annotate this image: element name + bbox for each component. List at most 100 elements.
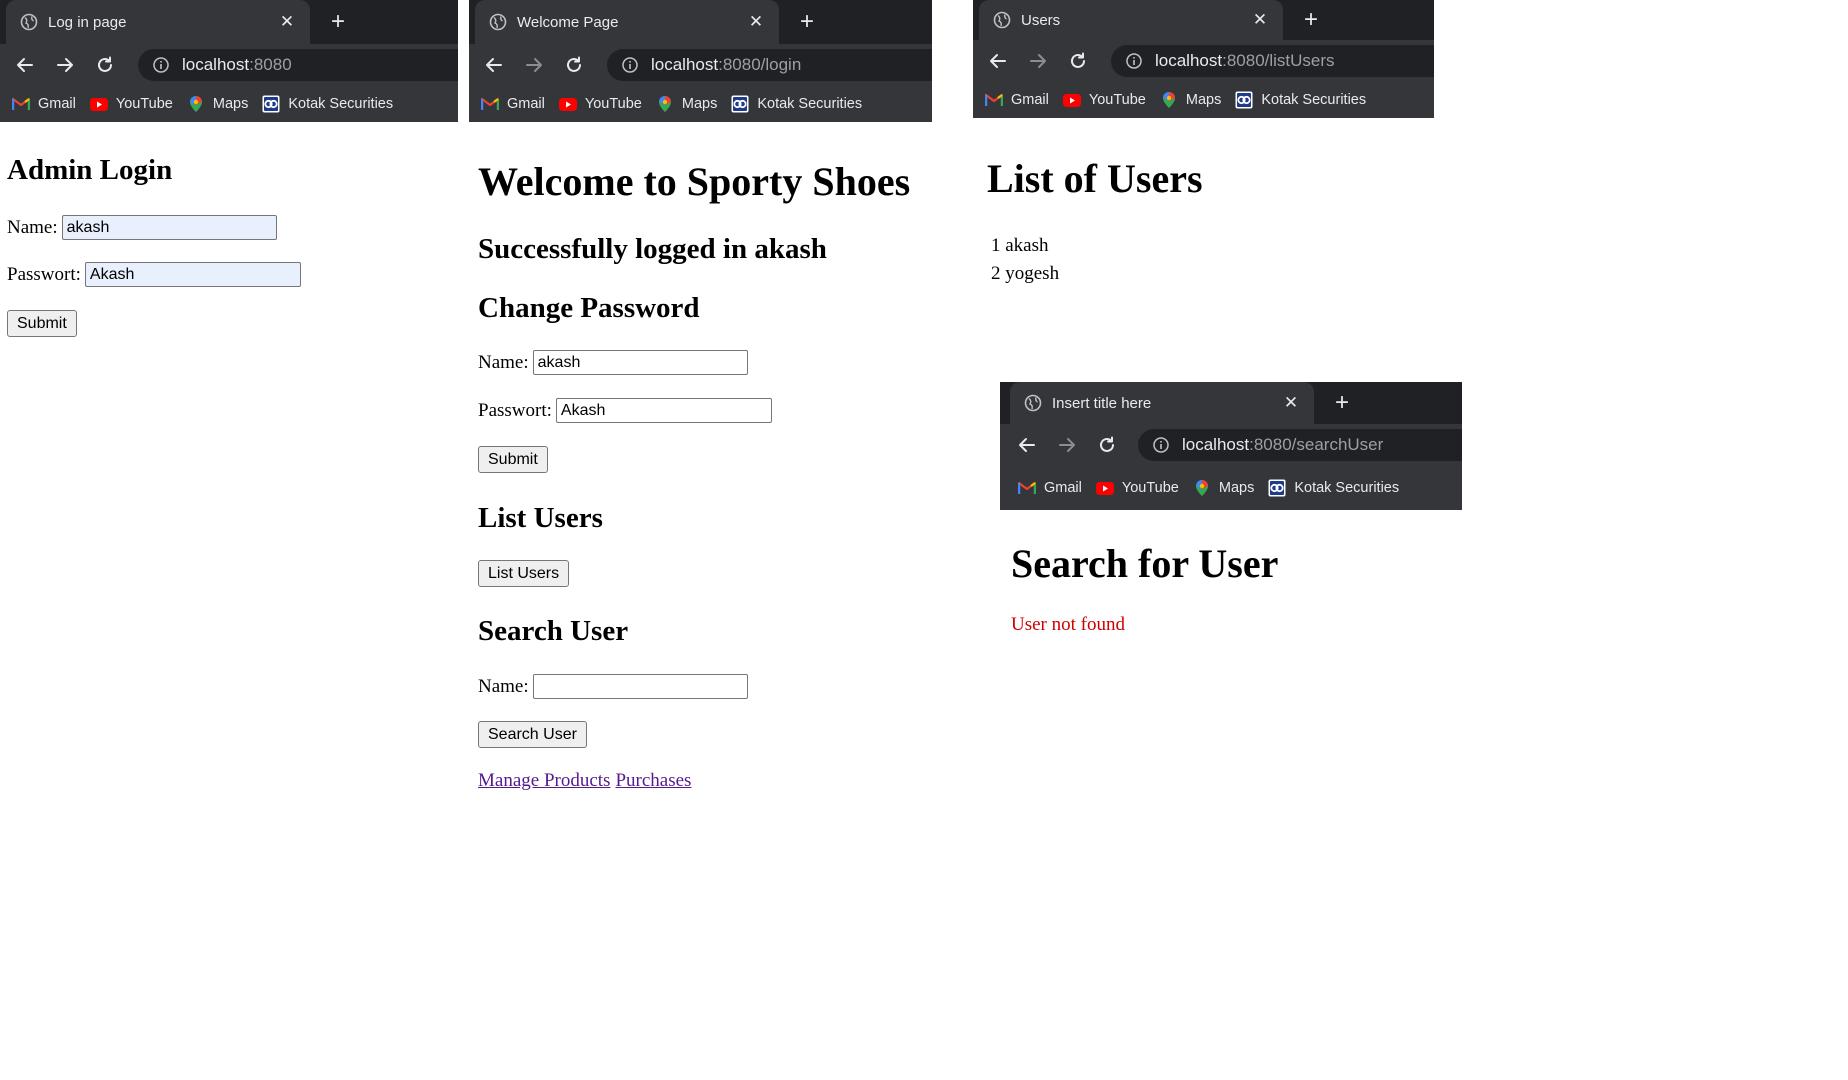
new-tab-button[interactable]: + xyxy=(1297,6,1325,34)
search-user-button[interactable]: Search User xyxy=(478,721,587,748)
globe-icon xyxy=(489,13,507,31)
search-submit-row: Search User xyxy=(478,721,587,748)
page-title: Welcome to Sporty Shoes xyxy=(478,159,911,204)
bookmark-kotak[interactable]: Kotak Securities xyxy=(262,96,393,112)
maps-icon xyxy=(1160,92,1178,108)
globe-icon xyxy=(1024,394,1042,412)
bookmark-gmail[interactable]: Gmail xyxy=(985,92,1049,108)
kotak-icon xyxy=(1235,92,1253,108)
logged-in-message: Successfully logged in akash xyxy=(478,233,827,265)
password-input[interactable] xyxy=(84,262,301,287)
url-text: localhost:8080/listUsers xyxy=(1155,51,1335,70)
users-window: Users ✕ + localhost:8080/listUsers Gmail… xyxy=(973,0,1434,284)
close-tab-icon[interactable]: ✕ xyxy=(1280,393,1302,413)
submit-row: Submit xyxy=(7,310,77,337)
tab-strip: Log in page ✕ + xyxy=(0,0,458,44)
browser-tab[interactable]: Insert title here ✕ xyxy=(1010,382,1314,424)
list-users-heading: List Users xyxy=(478,502,603,534)
login-page: Admin Login xyxy=(7,154,447,187)
name-input[interactable] xyxy=(61,215,277,240)
bookmark-youtube[interactable]: YouTube xyxy=(90,96,173,112)
name-input[interactable] xyxy=(532,350,748,375)
new-tab-button[interactable]: + xyxy=(324,8,352,36)
browser-tab[interactable]: Log in page ✕ xyxy=(6,0,310,44)
forward-button[interactable] xyxy=(1021,44,1055,78)
kotak-icon xyxy=(731,96,749,112)
bookmark-youtube[interactable]: YouTube xyxy=(1096,480,1179,496)
reload-button[interactable] xyxy=(557,48,591,82)
browser-toolbar: localhost:8080/listUsers xyxy=(973,40,1434,82)
close-tab-icon[interactable]: ✕ xyxy=(276,12,298,32)
new-tab-button[interactable]: + xyxy=(793,8,821,36)
address-bar[interactable]: localhost:8080/searchUser xyxy=(1138,429,1462,461)
tab-strip: Users ✕ + xyxy=(973,0,1434,40)
bookmark-gmail[interactable]: Gmail xyxy=(1018,480,1082,496)
password-input[interactable] xyxy=(555,398,772,423)
page-title: Admin Login xyxy=(7,154,173,186)
bookmark-maps[interactable]: Maps xyxy=(1193,480,1254,496)
reload-button[interactable] xyxy=(1061,44,1095,78)
search-name-label: Name: xyxy=(478,675,529,697)
password-label: Passwort: xyxy=(478,399,552,421)
back-button[interactable] xyxy=(8,48,42,82)
search-name-input[interactable] xyxy=(532,674,748,699)
address-bar[interactable]: localhost:8080/login xyxy=(607,49,932,81)
youtube-icon xyxy=(559,96,577,112)
list-users-row: List Users xyxy=(478,560,570,587)
url-text: localhost:8080/login xyxy=(651,55,802,74)
forward-button[interactable] xyxy=(48,48,82,82)
back-button[interactable] xyxy=(1010,428,1044,462)
address-bar[interactable]: localhost:8080 xyxy=(138,49,458,81)
back-button[interactable] xyxy=(981,44,1015,78)
browser-tab[interactable]: Users ✕ xyxy=(979,0,1283,40)
site-info-icon[interactable] xyxy=(1125,52,1143,70)
new-tab-button[interactable]: + xyxy=(1328,389,1356,417)
bookmarks-bar: Gmail YouTube Maps Kotak Securities xyxy=(0,86,458,122)
list-users-button[interactable]: List Users xyxy=(478,560,570,587)
bookmark-kotak[interactable]: Kotak Securities xyxy=(1235,92,1366,108)
bookmark-gmail[interactable]: Gmail xyxy=(481,96,545,112)
forward-button[interactable] xyxy=(1050,428,1084,462)
globe-icon xyxy=(20,13,38,31)
bookmark-maps[interactable]: Maps xyxy=(656,96,717,112)
browser-toolbar: localhost:8080/login xyxy=(469,44,932,86)
reload-button[interactable] xyxy=(1090,428,1124,462)
tab-strip: Insert title here ✕ + xyxy=(1000,382,1462,424)
submit-button[interactable]: Submit xyxy=(7,310,77,337)
tab-title: Log in page xyxy=(48,13,127,31)
maps-icon xyxy=(656,96,674,112)
browser-tab[interactable]: Welcome Page ✕ xyxy=(475,0,779,44)
url-text: localhost:8080/searchUser xyxy=(1182,435,1384,454)
login-window: Log in page ✕ + localhost:8080 Gmail You… xyxy=(0,0,458,337)
close-tab-icon[interactable]: ✕ xyxy=(745,12,767,32)
name-label: Name: xyxy=(478,351,529,373)
change-password-heading: Change Password xyxy=(478,292,700,324)
purchases-link[interactable]: Purchases xyxy=(615,770,691,792)
list-item: 1 akash xyxy=(991,235,1049,256)
browser-toolbar: localhost:8080/searchUser xyxy=(1000,424,1462,466)
manage-products-link[interactable]: Manage Products xyxy=(478,770,610,792)
maps-icon xyxy=(187,96,205,112)
change-password-submit-button[interactable]: Submit xyxy=(478,446,548,473)
site-info-icon[interactable] xyxy=(621,56,639,74)
close-tab-icon[interactable]: ✕ xyxy=(1249,10,1271,30)
browser-chrome: Log in page ✕ + localhost:8080 Gmail You… xyxy=(0,0,458,122)
forward-button[interactable] xyxy=(517,48,551,82)
browser-toolbar: localhost:8080 xyxy=(0,44,458,86)
bookmark-maps[interactable]: Maps xyxy=(1160,92,1221,108)
back-button[interactable] xyxy=(477,48,511,82)
reload-button[interactable] xyxy=(88,48,122,82)
password-label: Passwort: xyxy=(7,263,81,285)
bookmark-maps[interactable]: Maps xyxy=(187,96,248,112)
gmail-icon xyxy=(1018,480,1036,496)
address-bar[interactable]: localhost:8080/listUsers xyxy=(1111,45,1434,77)
bookmark-kotak[interactable]: Kotak Securities xyxy=(731,96,862,112)
site-info-icon[interactable] xyxy=(1152,436,1170,454)
bookmark-youtube[interactable]: YouTube xyxy=(559,96,642,112)
change-submit-row: Submit xyxy=(478,446,548,473)
bookmark-gmail[interactable]: Gmail xyxy=(12,96,76,112)
bookmark-youtube[interactable]: YouTube xyxy=(1063,92,1146,108)
footer-links: Manage Products Purchases xyxy=(478,770,691,792)
bookmark-kotak[interactable]: Kotak Securities xyxy=(1268,480,1399,496)
site-info-icon[interactable] xyxy=(152,56,170,74)
